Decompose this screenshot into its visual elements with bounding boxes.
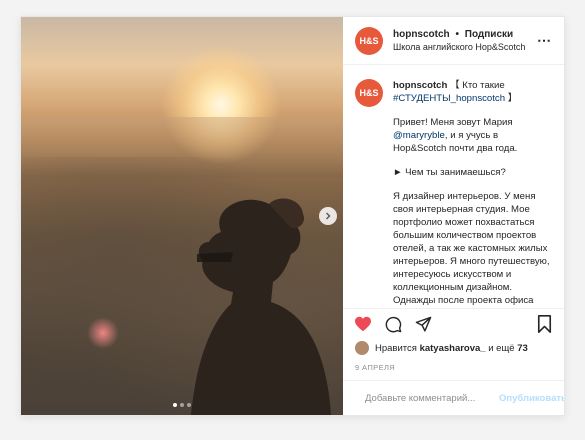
caption-question: ► Чем ты занимаешься? [393,167,506,178]
account-avatar[interactable]: H&S [355,26,383,55]
account-username[interactable]: hopnscotch [393,29,450,40]
caption-avatar[interactable]: H&S [355,79,383,107]
comment-button[interactable] [383,314,403,334]
carousel-dot [180,403,184,407]
share-button[interactable] [413,314,433,334]
lens-flare [87,317,119,349]
like-button[interactable] [353,314,373,334]
liker-username[interactable]: katyasharova_ [420,343,486,354]
carousel-dot [187,403,191,407]
bookmark-icon [537,315,551,333]
carousel-dots [21,403,343,407]
caption-area: H&S hopnscotch 【 Кто такие #СТУДЕНТЫ_hop… [343,65,564,308]
comment-input[interactable] [363,391,499,405]
post-header: H&S hopnscotch • Подписки Школа английск… [343,17,564,65]
comment-bar: Опубликовать [343,380,564,415]
woman-silhouette [191,198,331,415]
post-sidebar: H&S hopnscotch • Подписки Школа английск… [343,17,564,415]
publish-button[interactable]: Опубликовать [499,393,564,404]
more-options-icon[interactable]: ⋯ [537,32,552,49]
caption-username[interactable]: hopnscotch [393,80,447,91]
separator-dot: • [455,29,459,40]
chevron-right-icon [326,212,331,220]
likes-count[interactable]: 73 [517,343,528,354]
comment-icon [385,316,401,332]
likes-summary: Нравится katyasharova_ и ещё 73 [343,339,564,355]
caption-paragraph: Я дизайнер интерьеров. У меня своя интер… [393,191,550,306]
post-date: 9 АПРЕЛЯ [355,363,396,372]
hashtag-link[interactable]: #СТУДЕНТЫ_hopnscotch [393,93,505,104]
save-button[interactable] [534,314,554,334]
instagram-post-card: H&S hopnscotch • Подписки Школа английск… [20,16,565,416]
paper-plane-icon [415,316,431,332]
post-photo[interactable] [21,17,343,415]
carousel-next-button[interactable] [319,207,337,225]
carousel-dot [173,403,177,407]
caption-text: hopnscotch 【 Кто такие #СТУДЕНТЫ_hopnsco… [393,79,552,308]
liker-avatar[interactable] [355,341,369,355]
heart-icon [355,316,371,332]
follow-status-button[interactable]: Подписки [465,29,513,40]
account-subtitle: Школа английского Hop&Scotch [393,42,526,52]
mention-link[interactable]: @maryryble [393,130,445,141]
action-bar [343,308,564,339]
